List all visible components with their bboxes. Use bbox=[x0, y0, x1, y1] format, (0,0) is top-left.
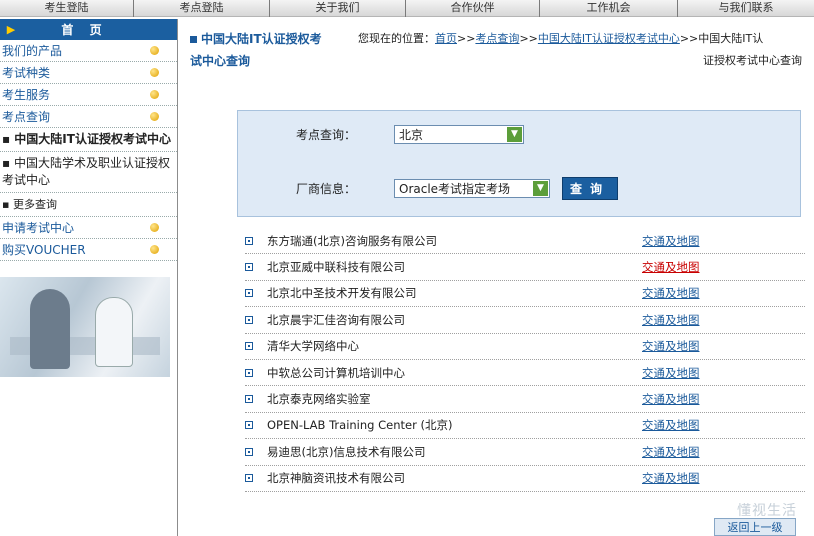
location-label: 考点查询： bbox=[296, 128, 357, 142]
nav-contact[interactable]: 与我们联系 bbox=[678, 0, 814, 17]
sidebar-photo bbox=[0, 277, 170, 377]
location-select[interactable]: 北京 ▼ bbox=[394, 125, 524, 144]
square-bullet-icon bbox=[245, 421, 253, 430]
center-list: 东方瑞通(北京)咨询服务有限公司 交通及地图 北京亚威中联科技有限公司 交通及地… bbox=[245, 228, 805, 492]
center-name[interactable]: OPEN-LAB Training Center (北京) bbox=[267, 417, 642, 433]
map-link[interactable]: 交通及地图 bbox=[642, 391, 700, 407]
square-bullet-icon bbox=[245, 263, 253, 272]
list-item: 北京晨宇汇佳咨询有限公司 交通及地图 bbox=[245, 307, 805, 334]
square-bullet-icon bbox=[190, 36, 197, 43]
bullet-dot-icon bbox=[150, 223, 159, 232]
square-bullet-icon bbox=[245, 342, 253, 351]
sidebar-item-label: 我们的产品 bbox=[2, 44, 63, 58]
sidebar-item-label: 考点查询 bbox=[2, 110, 51, 124]
square-bullet-icon bbox=[245, 289, 253, 298]
list-item: 北京泰克网络实验室 交通及地图 bbox=[245, 386, 805, 413]
square-bullet-icon bbox=[245, 236, 253, 245]
page-header: 中国大陆IT认证授权考 试中心查询 您现在的位置：首页>>考点查询>>中国大陆I… bbox=[190, 30, 810, 74]
sidebar-item-center-query[interactable]: 考点查询 bbox=[0, 106, 177, 128]
nav-jobs[interactable]: 工作机会 bbox=[540, 0, 678, 17]
back-button[interactable]: 返回上一级 bbox=[714, 518, 796, 536]
center-name[interactable]: 北京晨宇汇佳咨询有限公司 bbox=[267, 312, 642, 328]
sidebar-item-products[interactable]: 我们的产品 bbox=[0, 40, 177, 62]
vendor-label: 厂商信息： bbox=[296, 182, 357, 196]
map-link[interactable]: 交通及地图 bbox=[642, 285, 700, 301]
center-name[interactable]: 东方瑞通(北京)咨询服务有限公司 bbox=[267, 233, 642, 249]
sidebar-item-label: 购买VOUCHER bbox=[2, 243, 86, 257]
map-link[interactable]: 交通及地图 bbox=[642, 417, 700, 433]
list-item: OPEN-LAB Training Center (北京) 交通及地图 bbox=[245, 413, 805, 440]
sidebar-item-label: 申请考试中心 bbox=[2, 221, 75, 235]
search-panel: 考点查询： 北京 ▼ 厂商信息： Oracle考试指定考场 ▼ 查询 bbox=[237, 110, 801, 217]
square-bullet-icon bbox=[245, 447, 253, 456]
list-item: 北京北中圣技术开发有限公司 交通及地图 bbox=[245, 281, 805, 308]
center-name[interactable]: 北京神脑资讯技术有限公司 bbox=[267, 470, 642, 486]
map-link[interactable]: 交通及地图 bbox=[642, 470, 700, 486]
sidebar-subitem-more-query[interactable]: ▪ 更多查询 bbox=[0, 193, 177, 217]
sidebar-item-student-services[interactable]: 考生服务 bbox=[0, 84, 177, 106]
list-item: 北京亚威中联科技有限公司 交通及地图 bbox=[245, 254, 805, 281]
chevron-down-icon: ▼ bbox=[533, 181, 548, 196]
arrow-right-icon: ▶ bbox=[6, 23, 16, 36]
center-name[interactable]: 清华大学网络中心 bbox=[267, 338, 642, 354]
sidebar-item-apply-center[interactable]: 申请考试中心 bbox=[0, 217, 177, 239]
bullet-dot-icon bbox=[150, 245, 159, 254]
list-item: 清华大学网络中心 交通及地图 bbox=[245, 334, 805, 360]
square-bullet-icon bbox=[245, 474, 253, 483]
breadcrumb: 您现在的位置：首页>>考点查询>>中国大陆IT认证授权考试中心>>中国大陆IT认 bbox=[358, 32, 764, 45]
list-item: 北京神脑资讯技术有限公司 交通及地图 bbox=[245, 466, 805, 492]
sidebar-item-exam-types[interactable]: 考试种类 bbox=[0, 62, 177, 84]
sidebar: ▶ 首 页 我们的产品 考试种类 考生服务 考点查询 ▪ 中国大陆IT认证授权考… bbox=[0, 19, 178, 536]
nav-about-us[interactable]: 关于我们 bbox=[270, 0, 406, 17]
page-title: 中国大陆IT认证授权考 bbox=[190, 30, 322, 47]
bullet-dot-icon bbox=[150, 112, 159, 121]
center-name[interactable]: 北京北中圣技术开发有限公司 bbox=[267, 285, 642, 301]
location-row: 考点查询： 北京 ▼ bbox=[296, 125, 524, 144]
center-name[interactable]: 易迪思(北京)信息技术有限公司 bbox=[267, 444, 642, 460]
bullet-dot-icon bbox=[150, 90, 159, 99]
sidebar-home[interactable]: ▶ 首 页 bbox=[0, 19, 177, 40]
sidebar-item-buy-voucher[interactable]: 购买VOUCHER bbox=[0, 239, 177, 261]
nav-partners[interactable]: 合作伙伴 bbox=[406, 0, 540, 17]
bullet-dot-icon bbox=[150, 68, 159, 77]
center-name[interactable]: 北京泰克网络实验室 bbox=[267, 391, 642, 407]
square-bullet-icon bbox=[245, 395, 253, 404]
sidebar-subitem-it-centers[interactable]: ▪ 中国大陆IT认证授权考试中心 bbox=[0, 128, 177, 152]
sidebar-item-label: 考试种类 bbox=[2, 66, 51, 80]
square-bullet-icon bbox=[245, 315, 253, 324]
map-link[interactable]: 交通及地图 bbox=[642, 338, 700, 354]
top-nav: 考生登陆 考点登陆 关于我们 合作伙伴 工作机会 与我们联系 bbox=[0, 0, 814, 17]
sidebar-subitem-academic-centers[interactable]: ▪ 中国大陆学术及职业认证授权考试中心 bbox=[0, 152, 177, 193]
chevron-down-icon: ▼ bbox=[507, 127, 522, 142]
crumb-center-link[interactable]: 中国大陆IT认证授权考试中心 bbox=[538, 32, 680, 45]
search-button[interactable]: 查询 bbox=[562, 177, 618, 200]
list-item: 易迪思(北京)信息技术有限公司 交通及地图 bbox=[245, 439, 805, 466]
list-item: 中软总公司计算机培训中心 交通及地图 bbox=[245, 360, 805, 387]
nav-student-login[interactable]: 考生登陆 bbox=[0, 0, 134, 17]
center-name[interactable]: 中软总公司计算机培训中心 bbox=[267, 365, 642, 381]
map-link[interactable]: 交通及地图 bbox=[642, 444, 700, 460]
vendor-row: 厂商信息： Oracle考试指定考场 ▼ 查询 bbox=[296, 177, 618, 200]
sidebar-item-label: 考生服务 bbox=[2, 88, 51, 102]
map-link[interactable]: 交通及地图 bbox=[642, 259, 700, 275]
sidebar-home-label: 首 页 bbox=[61, 23, 108, 37]
center-name[interactable]: 北京亚威中联科技有限公司 bbox=[267, 259, 642, 275]
bullet-dot-icon bbox=[150, 46, 159, 55]
map-link[interactable]: 交通及地图 bbox=[642, 365, 700, 381]
watermark: 懂视生活 bbox=[737, 503, 797, 519]
nav-center-login[interactable]: 考点登陆 bbox=[134, 0, 270, 17]
map-link[interactable]: 交通及地图 bbox=[642, 312, 700, 328]
breadcrumb-current: 证授权考试中心查询 bbox=[703, 54, 802, 67]
crumb-query-link[interactable]: 考点查询 bbox=[475, 32, 519, 45]
vendor-select[interactable]: Oracle考试指定考场 ▼ bbox=[394, 179, 550, 198]
page-title-line2: 试中心查询 bbox=[190, 54, 251, 68]
crumb-home-link[interactable]: 首页 bbox=[435, 32, 457, 45]
square-bullet-icon bbox=[245, 368, 253, 377]
map-link[interactable]: 交通及地图 bbox=[642, 233, 700, 249]
list-item: 东方瑞通(北京)咨询服务有限公司 交通及地图 bbox=[245, 228, 805, 255]
